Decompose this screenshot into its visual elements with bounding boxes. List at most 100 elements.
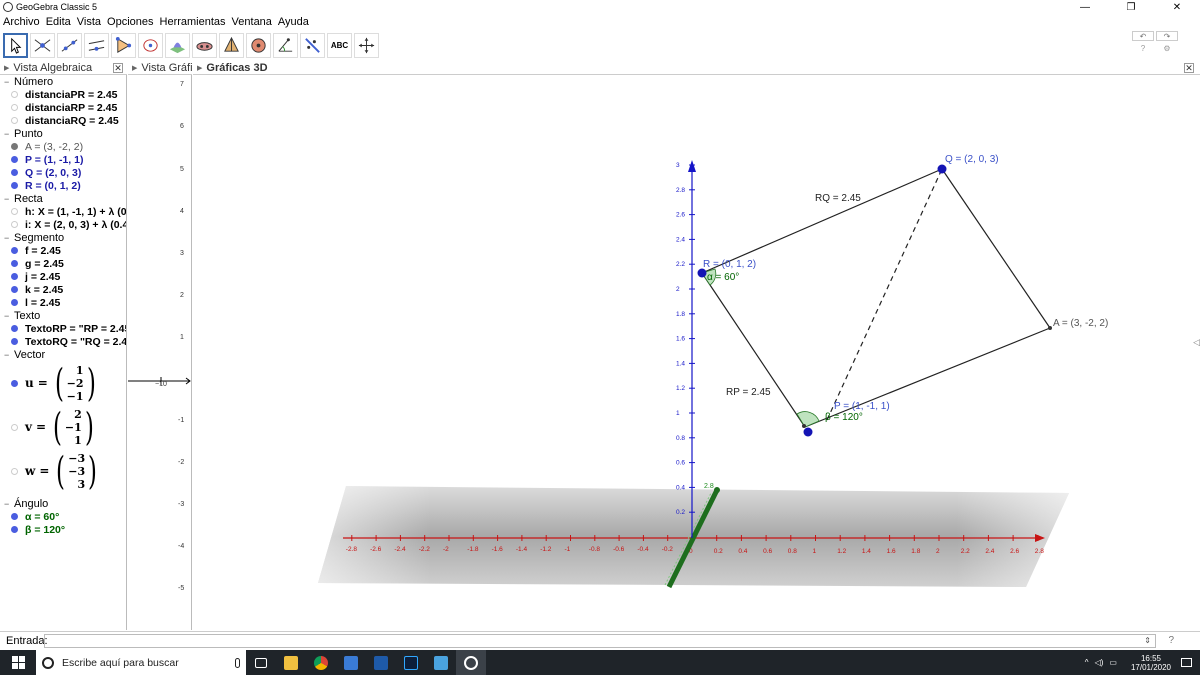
graphics3d-canvas[interactable]: -2.8 -2.6 -2.4 -2.2 -2 -1.8 -1.6 -1.4 -1.2 -1 -0.8…	[193, 75, 1200, 630]
visibility-toggle[interactable]	[11, 221, 18, 228]
view-tool-button[interactable]	[354, 32, 379, 58]
gear-icon[interactable]: ⚙	[1156, 43, 1178, 53]
taskbar-app-4[interactable]	[366, 650, 396, 675]
menu-ayuda[interactable]: Ayuda	[275, 16, 312, 28]
collapse-triangle-icon[interactable]: ▶	[132, 64, 137, 72]
list-item[interactable]: f = 2.45	[0, 244, 126, 257]
list-item[interactable]: TextoRP = "RP = 2.45	[0, 322, 126, 335]
visibility-toggle[interactable]	[11, 117, 18, 124]
list-item[interactable]: h: X = (1, -1, 1) + λ (0.8	[0, 205, 126, 218]
input-help-icon[interactable]: ?	[1168, 635, 1174, 646]
visibility-toggle[interactable]	[11, 91, 18, 98]
taskbar-chrome[interactable]	[306, 650, 336, 675]
list-item[interactable]: distanciaPR = 2.45	[0, 88, 126, 101]
close-algebra-view-button[interactable]: ✕	[113, 62, 123, 73]
taskbar-file-explorer[interactable]	[276, 650, 306, 675]
visibility-toggle[interactable]	[11, 467, 18, 475]
taskbar-geogebra[interactable]	[456, 650, 486, 675]
minimize-button[interactable]: —	[1062, 0, 1108, 14]
point-P[interactable]	[803, 427, 813, 437]
pyramid-tool-button[interactable]	[192, 32, 217, 58]
list-item[interactable]: i: X = (2, 0, 3) + λ (0.41	[0, 218, 126, 231]
group-angulo[interactable]: − Ángulo	[0, 497, 126, 510]
polygon-tool-button[interactable]	[111, 32, 136, 58]
list-item[interactable]: l = 2.45	[0, 296, 126, 309]
menu-edita[interactable]: Edita	[43, 16, 74, 28]
menu-archivo[interactable]: Archivo	[0, 16, 43, 28]
task-view-button[interactable]	[246, 650, 276, 675]
list-item[interactable]: Q = (2, 0, 3)	[0, 166, 126, 179]
pyramid-solid-tool-button[interactable]	[219, 32, 244, 58]
group-punto[interactable]: − Punto	[0, 127, 126, 140]
start-button[interactable]	[0, 650, 36, 675]
visibility-toggle[interactable]	[11, 325, 18, 332]
point-Q[interactable]	[937, 164, 947, 174]
list-item[interactable]: A = (3, -2, 2)	[0, 140, 126, 153]
visibility-toggle[interactable]	[11, 273, 18, 280]
visibility-toggle[interactable]	[11, 338, 18, 345]
menu-vista[interactable]: Vista	[74, 16, 104, 28]
collapse-triangle-icon[interactable]: ▶	[4, 64, 9, 72]
visibility-toggle[interactable]	[11, 286, 18, 293]
list-item[interactable]: j = 2.45	[0, 270, 126, 283]
visibility-toggle[interactable]	[11, 379, 18, 387]
move-tool-button[interactable]	[3, 32, 28, 58]
visibility-toggle[interactable]	[11, 260, 18, 267]
volume-icon[interactable]: ◁)	[1095, 658, 1104, 667]
redo-button[interactable]: ↷	[1156, 31, 1178, 41]
list-item-vector-u[interactable]: u = (1 −2 −1)	[0, 361, 126, 405]
input-field[interactable]: ⇕	[44, 633, 1156, 648]
notifications-icon[interactable]	[1181, 658, 1192, 667]
list-item-vector-w[interactable]: w = (−3 −3 3)	[0, 449, 126, 493]
list-item[interactable]: distanciaRP = 2.45	[0, 101, 126, 114]
microphone-icon[interactable]	[235, 657, 240, 668]
group-texto[interactable]: − Texto	[0, 309, 126, 322]
taskbar-app-6[interactable]	[426, 650, 456, 675]
text-tool-button[interactable]: ABC	[327, 32, 352, 58]
list-item[interactable]: β = 120°	[0, 523, 126, 536]
point-tool-button[interactable]	[30, 32, 55, 58]
list-item[interactable]: k = 2.45	[0, 283, 126, 296]
visibility-toggle[interactable]	[11, 143, 18, 150]
list-item[interactable]: TextoRQ = "RQ = 2.4	[0, 335, 126, 348]
taskbar-app-3[interactable]	[336, 650, 366, 675]
menu-herramientas[interactable]: Herramientas	[157, 16, 229, 28]
taskbar-photoshop[interactable]	[396, 650, 426, 675]
visibility-toggle[interactable]	[11, 247, 18, 254]
help-icon[interactable]: ?	[1132, 43, 1154, 53]
visibility-toggle[interactable]	[11, 169, 18, 176]
graphics3d-view[interactable]: -2.8 -2.6 -2.4 -2.2 -2 -1.8 -1.6 -1.4 -1.2 -1 -0.8…	[193, 75, 1200, 630]
visibility-toggle[interactable]	[11, 104, 18, 111]
sphere-tool-button[interactable]	[246, 32, 271, 58]
visibility-toggle[interactable]	[11, 182, 18, 189]
graphics2d-view[interactable]: 7 6 5 4 3 2 1 -1 -2 -3 -4 -5 −10	[128, 75, 192, 630]
group-vector[interactable]: − Vector	[0, 348, 126, 361]
angle-tool-button[interactable]	[273, 32, 298, 58]
perpendicular-tool-button[interactable]	[84, 32, 109, 58]
group-segmento[interactable]: − Segmento	[0, 231, 126, 244]
clock[interactable]: 16:55 17/01/2020	[1131, 654, 1171, 672]
menu-ventana[interactable]: Ventana	[229, 16, 275, 28]
group-numero[interactable]: − Número	[0, 75, 126, 88]
side-panel-toggle-icon[interactable]: ◁	[1193, 337, 1200, 348]
undo-button[interactable]: ↶	[1132, 31, 1154, 41]
line-tool-button[interactable]	[57, 32, 82, 58]
close-graphics3d-view-button[interactable]: ✕	[1184, 62, 1194, 73]
point-A[interactable]	[1048, 326, 1052, 330]
circle-tool-button[interactable]	[138, 32, 163, 58]
group-recta[interactable]: − Recta	[0, 192, 126, 205]
menu-opciones[interactable]: Opciones	[104, 16, 156, 28]
list-item[interactable]: α = 60°	[0, 510, 126, 523]
collapse-triangle-icon[interactable]: ▶	[197, 64, 202, 72]
network-icon[interactable]: ▭	[1109, 658, 1117, 667]
taskbar-search[interactable]: Escribe aquí para buscar	[36, 650, 246, 675]
reflect-tool-button[interactable]	[300, 32, 325, 58]
visibility-toggle[interactable]	[11, 208, 18, 215]
visibility-toggle[interactable]	[11, 526, 18, 533]
close-window-button[interactable]: ✕	[1154, 0, 1200, 14]
visibility-toggle[interactable]	[11, 156, 18, 163]
list-item[interactable]: g = 2.45	[0, 257, 126, 270]
list-item[interactable]: P = (1, -1, 1)	[0, 153, 126, 166]
tray-chevron-icon[interactable]: ^	[1085, 658, 1089, 667]
list-item[interactable]: R = (0, 1, 2)	[0, 179, 126, 192]
